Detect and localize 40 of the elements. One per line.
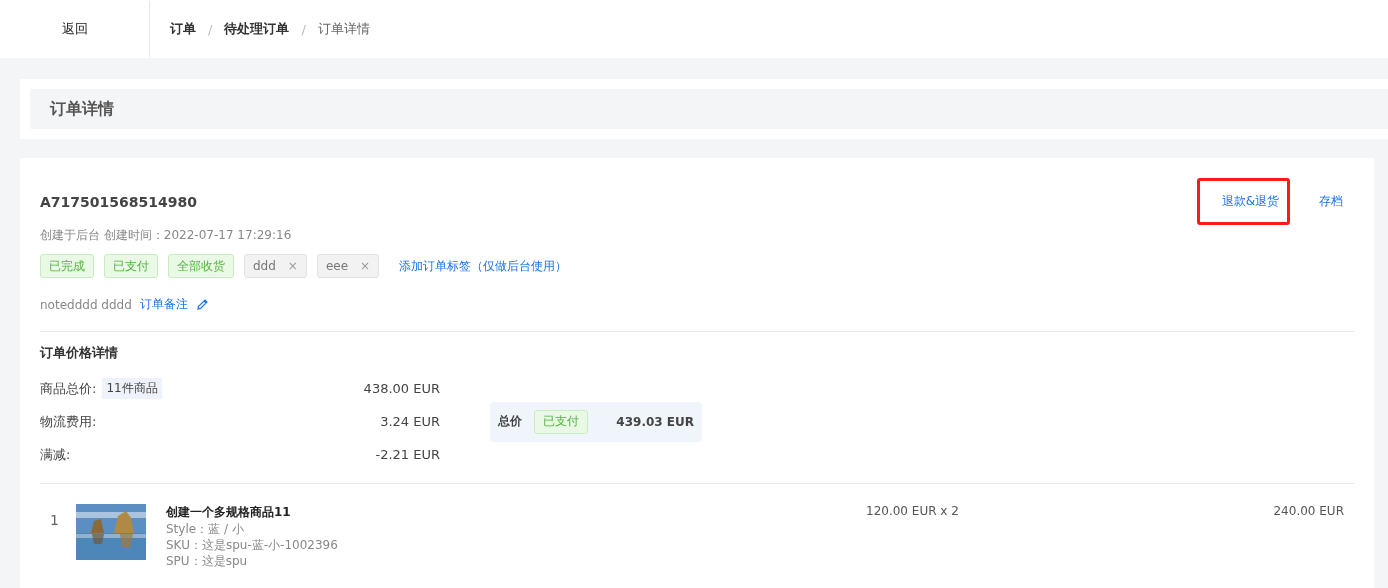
product-detail: SPU：这是spu	[166, 553, 249, 569]
total-amount: 439.03 EUR	[616, 414, 694, 429]
status-tag: 已完成	[40, 254, 94, 278]
created-info: 创建于后台 创建时间：2022-07-17 17:29:16	[40, 227, 293, 244]
note-link[interactable]: 订单备注	[139, 296, 188, 313]
order-number: A717501568514980	[40, 193, 197, 210]
breadcrumb-item[interactable]: 订单	[170, 20, 196, 38]
action-link[interactable]: 存档	[1294, 178, 1354, 225]
status-tag: 已支付	[534, 409, 588, 434]
product-name: 创建一个多规格商品11	[166, 504, 292, 521]
line-total: 240.00 EUR	[1273, 504, 1344, 518]
total-label: 总价	[498, 413, 522, 430]
back-link[interactable]: 返回	[61, 20, 88, 38]
tag-remove-button[interactable]: ×	[360, 259, 371, 273]
tag-label: ddd	[253, 259, 276, 273]
price-label: 满减:	[40, 445, 71, 464]
price-amount: 438.00 EUR	[363, 381, 440, 396]
status-tag: 已支付	[104, 254, 158, 278]
price-label: 商品总价:	[40, 379, 97, 398]
item-count-badge: 11件商品	[102, 378, 162, 399]
status-tag: 全部收货	[168, 254, 234, 278]
breadcrumb-separator: /	[301, 21, 306, 37]
price-label: 物流费用:	[40, 412, 97, 431]
breadcrumb-item[interactable]: 待处理订单	[224, 20, 290, 38]
add-tag-link[interactable]: 添加订单标签（仅做后台使用）	[399, 257, 568, 275]
order-note: notedddd dddd	[40, 297, 132, 312]
tag-label: eee	[325, 259, 349, 273]
breadcrumb-item[interactable]: 订单详情	[317, 20, 370, 38]
product-detail: SKU：这是spu-蓝-小-1002396	[166, 537, 339, 553]
breadcrumb-separator: /	[208, 21, 213, 37]
tag-remove-button[interactable]: ×	[287, 259, 298, 273]
row-number: 1	[50, 512, 60, 528]
product-detail: Style：蓝 / 小	[166, 521, 245, 537]
price-amount: -2.21 EUR	[375, 447, 440, 462]
unit-price: 120.00 EUR x 2	[866, 504, 960, 518]
price-amount: 3.24 EUR	[380, 414, 440, 429]
page-title: 订单详情	[50, 98, 114, 120]
action-link[interactable]: 退款&退货	[1196, 178, 1290, 225]
section-title: 订单价格详情	[40, 344, 119, 362]
pencil-icon[interactable]	[195, 298, 209, 311]
